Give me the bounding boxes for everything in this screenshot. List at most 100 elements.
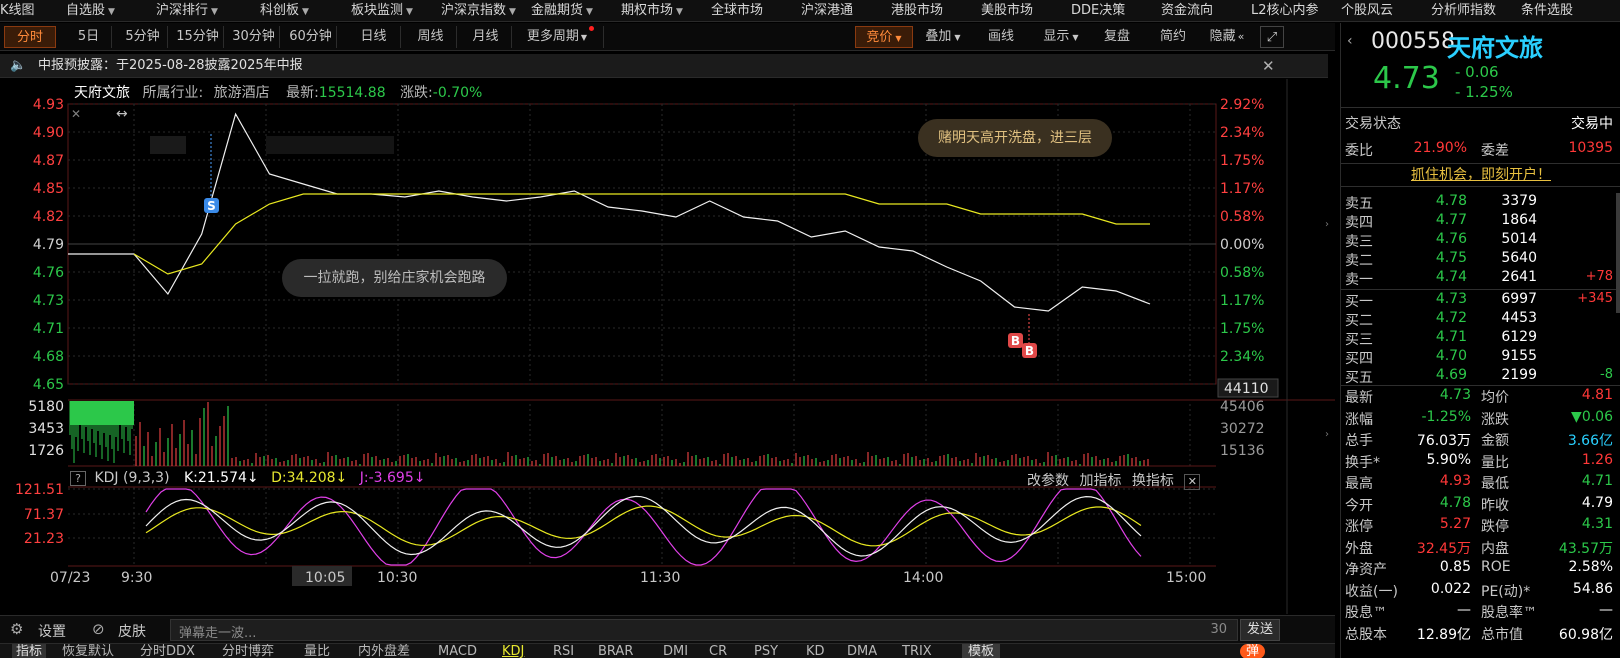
indicator-tab-7[interactable]: KDJ — [502, 644, 524, 658]
topnav-item-9[interactable]: 沪深港通 — [801, 0, 853, 22]
stat-label: 净资产 — [1345, 562, 1387, 578]
topnav-item-7[interactable]: 期权市场 ▼ — [621, 0, 683, 22]
ask-row[interactable]: 卖五 4.78 3379 — [1341, 193, 1620, 213]
topnav-item-16[interactable]: 分析师指数 — [1431, 0, 1496, 22]
period-tab-1[interactable]: 5日 — [66, 26, 112, 48]
indicator-tab-10[interactable]: DMI — [663, 644, 688, 658]
ask-row[interactable]: 卖二 4.75 5640 — [1341, 250, 1620, 270]
ask-row[interactable]: 卖三 4.76 5014 — [1341, 231, 1620, 251]
period-tab-4[interactable]: 30分钟 — [228, 26, 280, 48]
topnav-item-12[interactable]: DDE决策 — [1071, 0, 1125, 22]
skin-button[interactable]: 皮肤 — [118, 621, 146, 641]
close-icon[interactable]: ✕ — [1184, 474, 1201, 490]
period-tab-3[interactable]: 15分钟 — [172, 26, 224, 48]
period-tab-6[interactable]: 日线 — [347, 26, 401, 48]
skin-icon[interactable]: ⊘ — [92, 620, 105, 638]
toolbar-button-5[interactable]: 简约 — [1150, 26, 1196, 48]
scrollbar[interactable] — [1616, 193, 1620, 313]
bid-row[interactable]: 买一 4.73 6997 +345 — [1341, 291, 1620, 311]
topnav-item-14[interactable]: L2核心内参 — [1251, 0, 1319, 22]
ask-row[interactable]: 卖一 4.74 2641 +78 — [1341, 269, 1620, 289]
help-icon[interactable]: ? — [70, 471, 86, 486]
topnav-item-2[interactable]: 沪深排行 ▼ — [156, 0, 218, 22]
add-indicator-button[interactable]: 加指标 — [1079, 473, 1121, 489]
bottom-bar: ⚙ 设置 ⊘ 皮肤 弹幕走一波... 30 发送 — [0, 615, 1335, 643]
collapse-icon[interactable]: ✕ — [71, 107, 81, 121]
indicator-tab-11[interactable]: CR — [709, 644, 727, 658]
toolbar-button-0[interactable]: 竞价 ▼ — [855, 26, 913, 48]
scroll-arrow-icon[interactable]: › — [1325, 219, 1329, 230]
indicator-tab-15[interactable]: TRIX — [902, 644, 932, 658]
send-button[interactable]: 发送 — [1240, 619, 1280, 641]
indicator-tab-5[interactable]: 内外盘差 — [358, 644, 410, 658]
open-account-link[interactable]: 抓住机会，即刻开户！ — [1341, 163, 1620, 187]
indicator-tab-17[interactable]: 弹 — [1240, 644, 1266, 658]
topnav-item-11[interactable]: 美股市场 — [981, 0, 1033, 22]
pct-tick-label: 2.92% — [1220, 97, 1264, 113]
indicator-tab-4[interactable]: 量比 — [304, 644, 330, 658]
indicator-tab-12[interactable]: PSY — [754, 644, 778, 658]
bid-row[interactable]: 买二 4.72 4453 — [1341, 310, 1620, 330]
topnav-item-8[interactable]: 全球市场 — [711, 0, 763, 22]
topnav-item-13[interactable]: 资金流向 — [1161, 0, 1213, 22]
topnav-item-6[interactable]: 金融期货 ▼ — [531, 0, 593, 22]
chart-stock-name: 天府文旅 — [74, 85, 130, 101]
indicator-tab-16[interactable]: 模板 — [962, 644, 1001, 658]
indicator-tab-2[interactable]: 分时DDX — [140, 644, 195, 658]
indicator-tab-1[interactable]: 恢复默认 — [62, 644, 114, 658]
period-tab-0[interactable]: 分时 — [4, 26, 56, 48]
toolbar-button-2[interactable]: 画线 — [977, 26, 1025, 48]
toolbar-button-1[interactable]: 叠加 ▼ — [915, 26, 971, 48]
stat-value: 2.58% — [1568, 559, 1613, 575]
period-tab-8[interactable]: 月线 — [460, 26, 512, 48]
topnav-item-5[interactable]: 沪深京指数 ▼ — [441, 0, 516, 22]
expand-horizontal-icon[interactable]: ↔ — [116, 106, 128, 122]
period-tab-9[interactable]: 更多周期 ▼ — [518, 26, 604, 48]
back-chevron-icon[interactable]: ‹ — [1347, 33, 1353, 49]
stat-label: 内盘 — [1481, 540, 1509, 557]
indicator-tab-6[interactable]: MACD — [438, 644, 477, 658]
chart-area[interactable]: 4.93 4.90 4.87 4.85 4.82 4.79 4.76 4.73 4.71 4.68… — [0, 79, 1335, 614]
indicator-tab-13[interactable]: KD — [806, 644, 825, 658]
period-tab-7[interactable]: 周线 — [405, 26, 457, 48]
indicator-tab-9[interactable]: BRAR — [598, 644, 633, 658]
bid-row[interactable]: 买三 4.71 6129 — [1341, 329, 1620, 349]
topnav-item-3[interactable]: 科创板 ▼ — [260, 0, 309, 22]
level-price: 4.73 — [1435, 291, 1467, 307]
fullscreen-icon[interactable]: ⤢ — [1260, 26, 1284, 48]
toolbar-button-3[interactable]: 显示 ▼ — [1033, 26, 1089, 48]
indicator-tab-3[interactable]: 分时博弈 — [222, 644, 274, 658]
scroll-arrow-icon[interactable]: › — [1325, 429, 1329, 440]
ask-row[interactable]: 卖四 4.77 1864 — [1341, 212, 1620, 232]
bid-row[interactable]: 买四 4.70 9155 — [1341, 348, 1620, 368]
topnav-item-10[interactable]: 港股市场 — [891, 0, 943, 22]
period-tab-5[interactable]: 60分钟 — [285, 26, 337, 48]
sell-marker-text: S — [207, 199, 216, 213]
settings-button[interactable]: 设置 — [38, 621, 66, 641]
price-tick-label: 4.65 — [33, 377, 64, 393]
volume-tick-label: 5180 — [28, 399, 64, 415]
period-tab-2[interactable]: 5分钟 — [118, 26, 168, 48]
toolbar-button-6[interactable]: 隐藏 « — [1199, 26, 1255, 48]
level-volume: 9155 — [1501, 348, 1537, 364]
topnav-item-1[interactable]: 自选股 ▼ — [66, 0, 115, 22]
comment-bubble-left[interactable]: 一拉就跑，别给庄家机会跑路 — [282, 259, 507, 297]
toolbar-button-4[interactable]: 复盘 — [1093, 26, 1141, 48]
change-params-button[interactable]: 改参数 — [1027, 473, 1069, 489]
bid-row[interactable]: 买五 4.69 2199 -8 — [1341, 367, 1620, 387]
topnav-item-15[interactable]: 个股风云 — [1341, 0, 1393, 22]
indicator-tab-14[interactable]: DMA — [847, 644, 877, 658]
danmu-input[interactable]: 弹幕走一波... 30 — [170, 619, 1238, 641]
switch-indicator-button[interactable]: 换指标 — [1132, 473, 1174, 489]
close-icon[interactable]: ✕ — [1262, 54, 1275, 78]
level-volume: 4453 — [1501, 310, 1537, 326]
gear-icon[interactable]: ⚙ — [10, 620, 23, 638]
topnav-item-0[interactable]: K线图 — [0, 0, 35, 22]
topnav-item-17[interactable]: 条件选股 — [1521, 0, 1573, 22]
topnav-item-4[interactable]: 板块监测 ▼ — [351, 0, 413, 22]
intraday-chart[interactable]: 4.93 4.90 4.87 4.85 4.82 4.79 4.76 4.73 4.71 4.68… — [0, 79, 1335, 614]
stat-label: 外盘 — [1345, 540, 1373, 557]
comment-bubble-top[interactable]: 赌明天高开洗盘，进三层 — [918, 119, 1112, 157]
indicator-tab-0[interactable]: 指标 — [12, 644, 47, 658]
indicator-tab-8[interactable]: RSI — [553, 644, 574, 658]
